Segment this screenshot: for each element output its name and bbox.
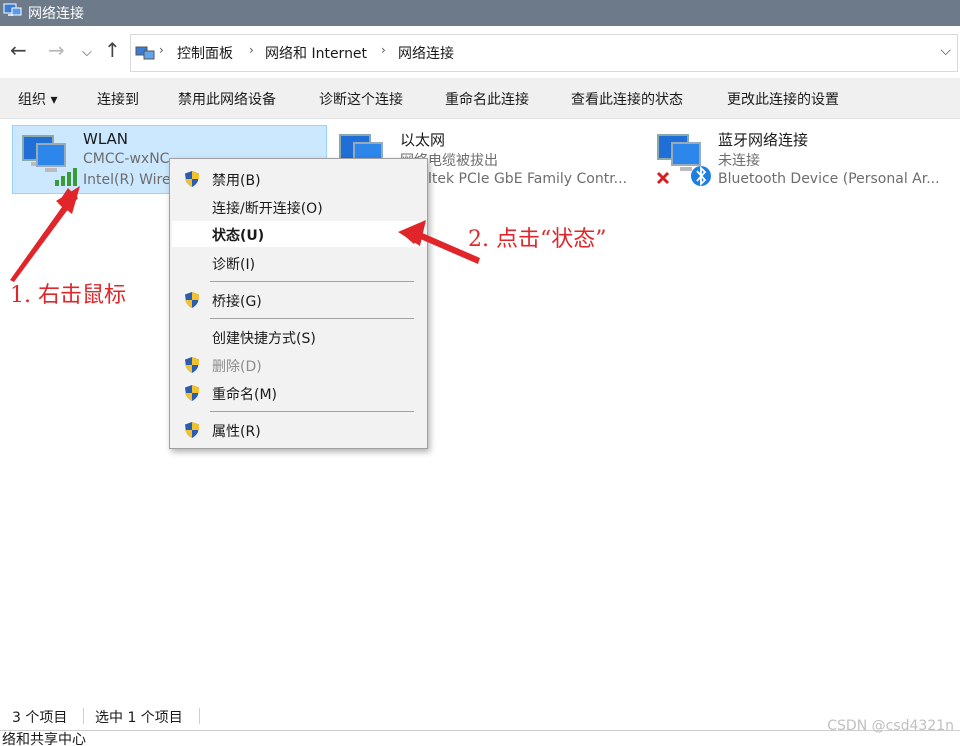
- annotation-step2: 2. 点击“状态”: [468, 227, 607, 252]
- taskbar-strip: 络和共享中心: [0, 730, 960, 746]
- network-sharing-center-link[interactable]: 络和共享中心: [2, 731, 86, 746]
- status-bar: 3 个项目 选中 1 个项目: [0, 702, 960, 730]
- status-separator: [199, 708, 200, 724]
- watermark: CSDN @csd4321n: [827, 718, 954, 734]
- item-count: 3 个项目: [12, 710, 68, 726]
- status-separator: [83, 708, 84, 724]
- annotation-arrows: [10, 186, 480, 282]
- selected-count: 选中 1 个项目: [95, 710, 183, 726]
- annotation-step1: 1. 右击鼠标: [10, 283, 126, 308]
- annotation-arrow-1: [10, 186, 80, 282]
